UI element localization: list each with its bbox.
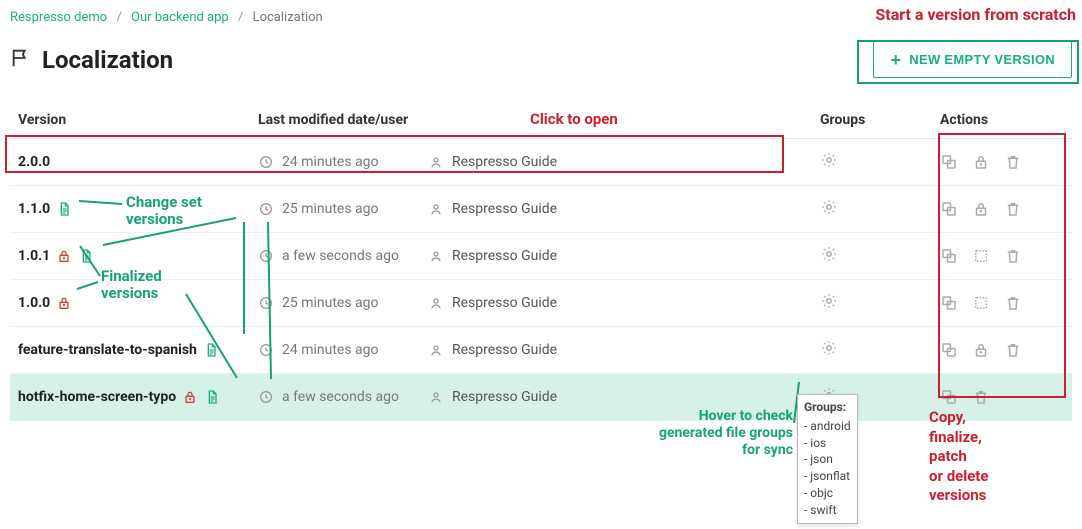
breadcrumb-link-1[interactable]: Our backend app [131,10,229,25]
tooltip-item: - swift [804,502,851,519]
copy-icon[interactable] [940,153,958,171]
trash-icon[interactable] [972,388,990,406]
trash-icon[interactable] [1004,341,1022,359]
gear-icon[interactable] [820,339,838,357]
gear-icon[interactable] [820,245,838,263]
version-name: hotfix-home-screen-typo [18,389,176,405]
changeset-icon [203,342,219,358]
user-icon [428,295,444,311]
flag-icon [10,47,32,73]
copy-icon[interactable] [940,341,958,359]
modified-user: Respresso Guide [452,342,557,358]
modified-time: a few seconds ago [282,248,399,264]
user-icon [428,342,444,358]
changeset-icon [78,248,94,264]
modified-user: Respresso Guide [452,154,557,170]
breadcrumb-sep: / [116,10,121,25]
clock-icon [258,248,274,264]
clock-icon [258,154,274,170]
gear-icon[interactable] [820,198,838,216]
copy-icon[interactable] [940,247,958,265]
version-name: 2.0.0 [18,154,50,170]
modified-time: 24 minutes ago [282,154,379,170]
modified-time: a few seconds ago [282,389,399,405]
tooltip-title: Groups: [804,399,851,416]
lock-icon [56,295,72,311]
trash-icon[interactable] [1004,153,1022,171]
col-actions: Actions [932,102,1072,139]
copy-icon[interactable] [940,294,958,312]
breadcrumb: Respresso demo / Our backend app / Local… [10,6,1072,35]
lock-icon[interactable] [972,341,990,359]
table-row[interactable]: 1.0.1 a few seconds ago Respresso Guide [10,233,1072,280]
changeset-icon [56,201,72,217]
tooltip-item: - json [804,451,851,468]
clock-icon [258,342,274,358]
copy-icon[interactable] [940,200,958,218]
trash-icon[interactable] [1004,200,1022,218]
lock-icon[interactable] [972,200,990,218]
modified-user: Respresso Guide [452,201,557,217]
new-button-label: NEW EMPTY VERSION [909,52,1055,67]
clock-icon [258,201,274,217]
breadcrumb-sep: / [238,10,243,25]
user-icon [428,201,444,217]
table-row[interactable]: feature-translate-to-spanish 24 minutes a… [10,327,1072,374]
trash-icon[interactable] [1004,294,1022,312]
table-row[interactable]: 1.1.0 25 minutes ago Respresso Guide [10,186,1072,233]
table-row[interactable]: 2.0.0 24 minutes ago Respresso Guide [10,139,1072,186]
user-icon [428,248,444,264]
table-row[interactable]: 1.0.0 25 minutes ago Respresso Guide [10,280,1072,327]
col-groups: Groups [812,102,932,139]
gear-icon[interactable] [820,292,838,310]
tooltip-item: - ios [804,435,851,452]
breadcrumb-current: Localization [253,10,323,25]
tooltip-item: - objc [804,485,851,502]
page-title: Localization [42,46,173,74]
breadcrumb-link-0[interactable]: Respresso demo [10,10,107,25]
annotation-actions-desc: Copy, finalize, patch or delete versions [929,408,1019,506]
modified-user: Respresso Guide [452,389,557,405]
version-name: 1.1.0 [18,201,50,217]
modified-time: 25 minutes ago [282,295,379,311]
gear-icon[interactable] [820,151,838,169]
modified-time: 25 minutes ago [282,201,379,217]
clock-icon [258,295,274,311]
tooltip-item: - jsonflat [804,468,851,485]
patch-icon[interactable] [972,294,990,312]
version-name: feature-translate-to-spanish [18,342,197,358]
lock-icon [56,248,72,264]
groups-tooltip: Groups: - android - ios - json - jsonfla… [797,394,858,524]
version-name: 1.0.1 [18,248,50,264]
user-icon [428,154,444,170]
col-modified: Last modified date/user [250,102,812,139]
clock-icon [258,389,274,405]
trash-icon[interactable] [1004,247,1022,265]
copy-icon[interactable] [940,388,958,406]
lock-icon[interactable] [972,153,990,171]
col-version: Version [10,102,250,139]
user-icon [428,389,444,405]
changeset-icon [204,389,220,405]
versions-table: Version Last modified date/user Groups A… [10,102,1072,421]
version-name: 1.0.0 [18,295,50,311]
lock-icon [182,389,198,405]
new-empty-version-button[interactable]: + NEW EMPTY VERSION [873,41,1072,78]
modified-time: 24 minutes ago [282,342,379,358]
tooltip-item: - android [804,418,851,435]
modified-user: Respresso Guide [452,248,557,264]
patch-icon[interactable] [972,247,990,265]
modified-user: Respresso Guide [452,295,557,311]
table-row[interactable]: hotfix-home-screen-typo a few seconds ago… [10,374,1072,421]
